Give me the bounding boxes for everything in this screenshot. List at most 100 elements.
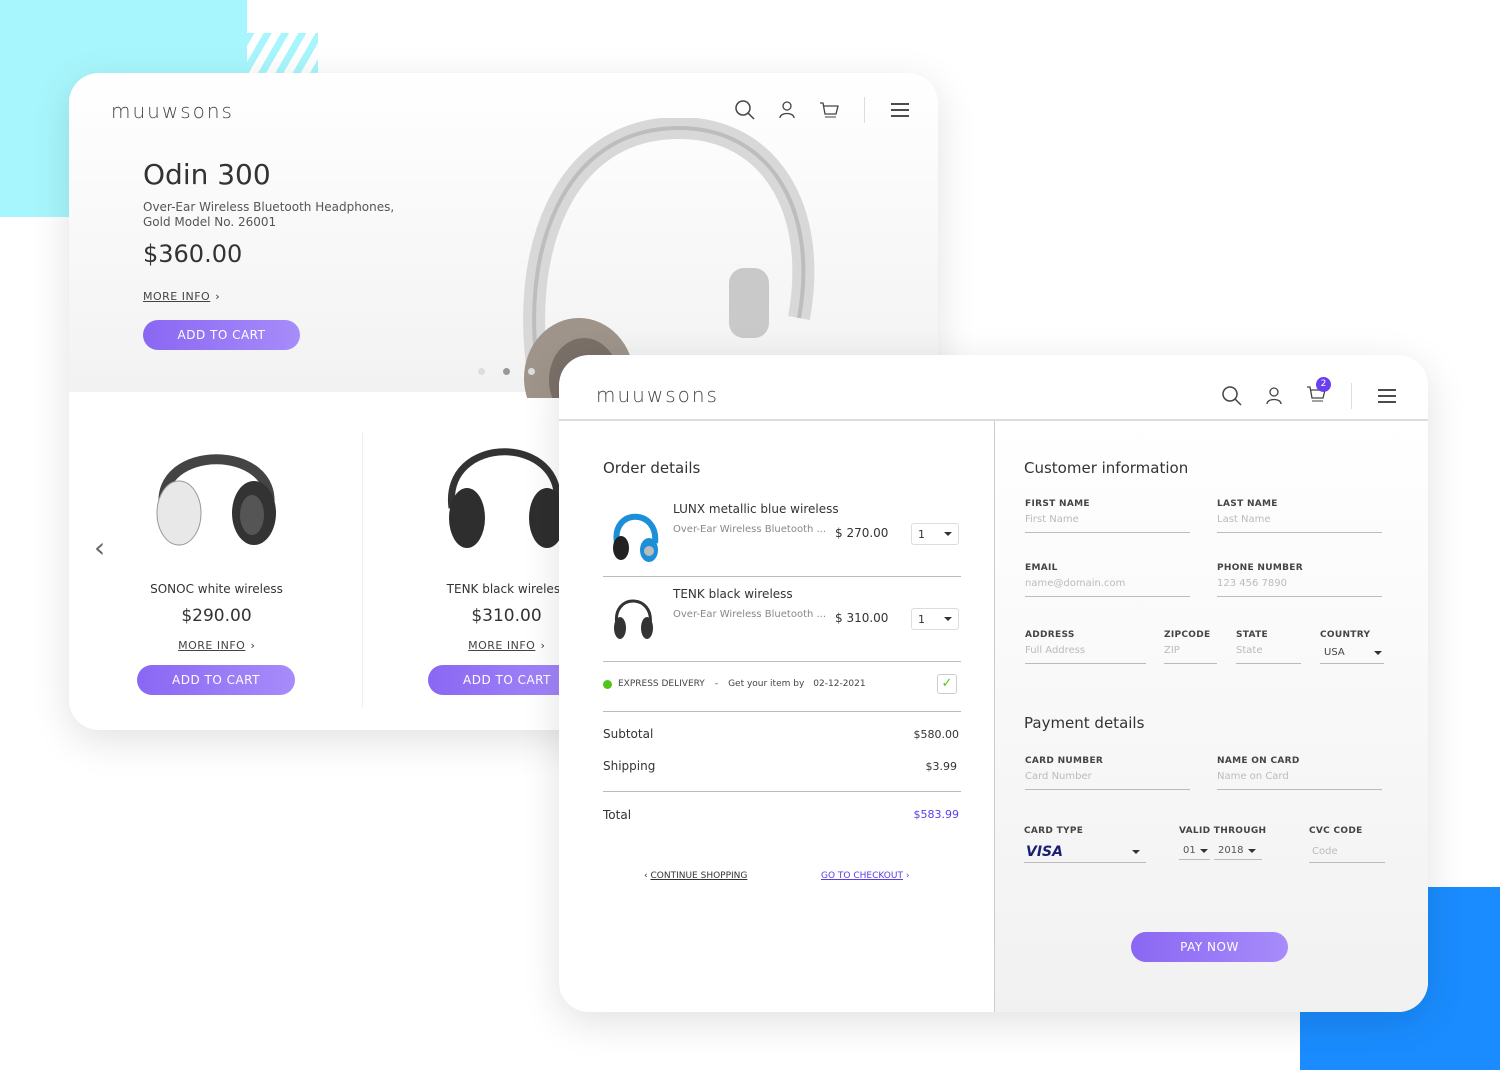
- cart-button[interactable]: 2: [1305, 377, 1331, 409]
- year-value: 2018: [1218, 845, 1244, 856]
- field-label: ZIPCODE: [1164, 630, 1211, 640]
- user-icon[interactable]: [776, 99, 798, 121]
- hero-title: Odin 300: [143, 158, 271, 191]
- search-icon[interactable]: [1221, 385, 1243, 407]
- valid-through-field[interactable]: VALID THROUGH 01 2018: [1179, 826, 1269, 860]
- first-name-input[interactable]: First Name: [1025, 509, 1190, 533]
- phone-field[interactable]: PHONE NUMBER 123 456 7890: [1217, 563, 1382, 597]
- field-label: ADDRESS: [1025, 630, 1075, 640]
- status-dot: [603, 679, 612, 689]
- field-label: STATE: [1236, 630, 1268, 640]
- quantity-select[interactable]: 1: [911, 523, 959, 545]
- menu-icon[interactable]: [889, 99, 911, 121]
- card-number-input[interactable]: Card Number: [1025, 766, 1190, 790]
- order-details-title: Order details: [603, 459, 701, 477]
- address-field[interactable]: ADDRESS Full Address: [1025, 630, 1146, 664]
- decor-hatch: [160, 33, 318, 73]
- state-input[interactable]: State: [1236, 640, 1301, 664]
- first-name-field[interactable]: FIRST NAME First Name: [1025, 499, 1190, 533]
- prev-arrow-icon[interactable]: ‹: [94, 531, 105, 564]
- item-name: LUNX metallic blue wireless: [673, 502, 839, 516]
- field-label: COUNTRY: [1320, 630, 1371, 640]
- name-on-card-input[interactable]: Name on Card: [1217, 766, 1382, 790]
- description-line: Gold Model No. 26001: [143, 215, 277, 229]
- last-name-field[interactable]: LAST NAME Last Name: [1217, 499, 1382, 533]
- quantity-select[interactable]: 1: [911, 608, 959, 630]
- divider: [603, 576, 961, 577]
- sonoc-headphones-image: [156, 454, 276, 546]
- divider: [603, 791, 961, 792]
- email-field[interactable]: EMAIL name@domain.com: [1025, 563, 1190, 597]
- carousel-dot-active[interactable]: [503, 368, 510, 375]
- shipping-label: Shipping: [603, 759, 656, 773]
- total-value: $583.99: [913, 808, 960, 821]
- go-to-checkout-link[interactable]: GO TO CHECKOUT ›: [821, 871, 909, 881]
- field-label: NAME ON CARD: [1217, 756, 1300, 766]
- card-type-field[interactable]: CARD TYPE VISA: [1024, 826, 1146, 863]
- carousel-dot[interactable]: [478, 368, 485, 375]
- header-icons: 2: [1221, 377, 1398, 409]
- continue-text: CONTINUE SHOPPING: [650, 871, 748, 881]
- hero-more-info-link[interactable]: MORE INFO ›: [143, 285, 220, 304]
- chevron-down-icon: [1248, 848, 1256, 853]
- cvc-field[interactable]: CVC CODE Code: [1309, 826, 1385, 863]
- card-type-select[interactable]: VISA: [1024, 836, 1146, 863]
- cvc-input[interactable]: Code: [1309, 836, 1385, 863]
- carousel-dots: [478, 368, 535, 375]
- cart-icon[interactable]: [818, 99, 840, 121]
- product-more-info-link[interactable]: MORE INFO ›: [129, 634, 304, 653]
- address-input[interactable]: Full Address: [1025, 640, 1146, 664]
- year-select[interactable]: 2018: [1214, 845, 1262, 860]
- header-divider: [559, 419, 1428, 421]
- express-delivery-checkbox[interactable]: ✓: [937, 674, 957, 694]
- field-label: FIRST NAME: [1025, 499, 1090, 509]
- name-on-card-field[interactable]: NAME ON CARD Name on Card: [1217, 756, 1382, 790]
- month-value: 01: [1183, 845, 1196, 856]
- card-number-field[interactable]: CARD NUMBER Card Number: [1025, 756, 1190, 790]
- quantity-value: 1: [918, 612, 925, 626]
- chevron-right-icon: ›: [215, 290, 220, 303]
- item-name: TENK black wireless: [673, 587, 793, 601]
- lunx-headphones-image: [613, 513, 659, 562]
- continue-shopping-link[interactable]: ‹ CONTINUE SHOPPING: [644, 871, 747, 881]
- hero-price: $360.00: [143, 240, 243, 268]
- field-label: PHONE NUMBER: [1217, 563, 1303, 573]
- state-field[interactable]: STATE State: [1236, 630, 1301, 664]
- hero-add-to-cart-button[interactable]: ADD TO CART: [143, 320, 300, 350]
- product-add-to-cart-button[interactable]: ADD TO CART: [137, 665, 295, 695]
- express-delivery-row: EXPRESS DELIVERY - Get your item by 02-1…: [603, 679, 866, 689]
- field-label: EMAIL: [1025, 563, 1058, 573]
- email-input[interactable]: name@domain.com: [1025, 573, 1190, 597]
- chevron-right-icon: ›: [905, 871, 910, 881]
- country-value: USA: [1324, 647, 1345, 658]
- user-icon[interactable]: [1263, 385, 1285, 407]
- brand-logo[interactable]: muuwsons: [111, 99, 234, 123]
- checkout-text: GO TO CHECKOUT: [821, 871, 903, 881]
- last-name-input[interactable]: Last Name: [1217, 509, 1382, 533]
- tenk-headphones-image: [614, 599, 653, 639]
- month-select[interactable]: 01: [1179, 845, 1210, 860]
- divider: [864, 97, 865, 123]
- phone-input[interactable]: 123 456 7890: [1217, 573, 1382, 597]
- field-label: CARD NUMBER: [1025, 756, 1104, 766]
- carousel-dot[interactable]: [528, 368, 535, 375]
- zip-input[interactable]: ZIP: [1164, 640, 1217, 664]
- divider: [1351, 383, 1352, 409]
- checkout-card: muuwsons 2 Order details LUNX metallic b…: [559, 355, 1428, 1012]
- more-info-text: MORE INFO: [178, 639, 246, 652]
- visa-logo: VISA: [1026, 844, 1063, 860]
- chevron-right-icon: ›: [250, 639, 255, 652]
- country-field[interactable]: COUNTRY USA: [1320, 630, 1384, 664]
- country-select[interactable]: USA: [1320, 640, 1384, 664]
- pay-now-button[interactable]: PAY NOW: [1131, 932, 1288, 962]
- hero-description: Over-Ear Wireless Bluetooth Headphones, …: [143, 200, 394, 230]
- zipcode-field[interactable]: ZIPCODE ZIP: [1164, 630, 1217, 664]
- search-icon[interactable]: [734, 99, 756, 121]
- brand-logo[interactable]: muuwsons: [596, 383, 719, 407]
- delivery-text: Get your item by: [728, 679, 805, 689]
- total-label: Total: [603, 808, 632, 822]
- menu-icon[interactable]: [1376, 385, 1398, 407]
- item-price: $ 310.00: [835, 611, 889, 625]
- payment-details-title: Payment details: [1024, 714, 1145, 732]
- chevron-down-icon: [944, 617, 952, 621]
